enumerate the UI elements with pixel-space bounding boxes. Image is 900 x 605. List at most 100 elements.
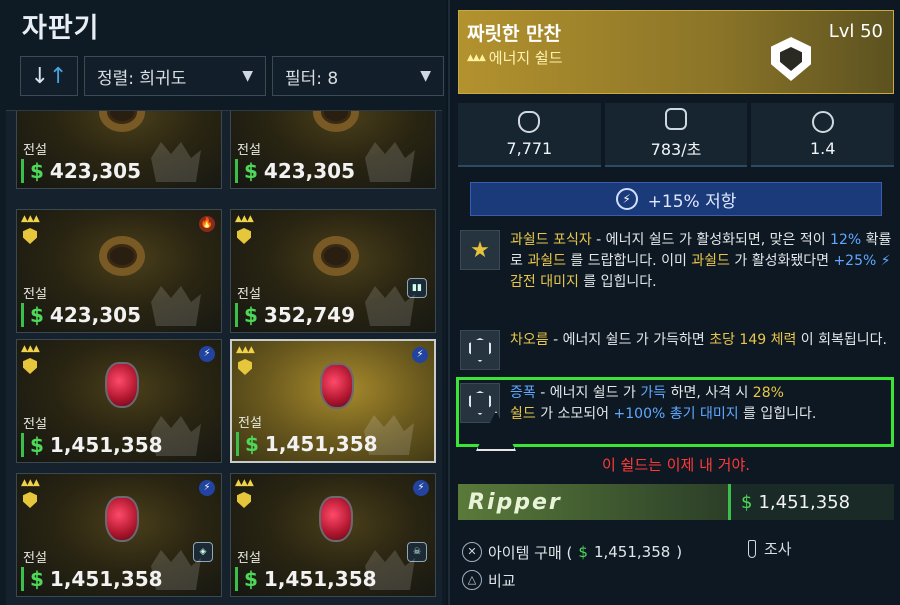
dollar-icon: $ [741,491,753,513]
stat-row: 7,771 783/초 1.4 [458,103,895,167]
shield-type-icon [237,492,251,508]
resist-bonus: ⚡ +15% 저항 [470,182,882,216]
shield-icon [460,330,500,370]
shield-icon [518,110,541,133]
item-art [320,363,354,409]
shield-type-icon [23,358,37,374]
chevron-down-icon: ▼ [420,68,431,84]
sort-direction-button[interactable]: ↓ ↑ [20,56,78,96]
item-price: $423,305 [235,158,355,184]
item-grade: 전설 [237,551,261,566]
star-icon: ★ [460,230,500,270]
triangle-button-icon: △ [462,570,482,590]
item-price: $1,451,358 [236,431,378,457]
item-grid: ▲▲▲전설$423,305▲▲▲전설$423,305▲▲▲🔥전설$423,305… [6,110,442,605]
fire-icon: 🔥 [199,216,215,232]
stat-value: 1.4 [809,138,836,158]
ammo-perk-icon: ▮▮ [407,278,427,298]
arrow-down-icon: ↓ [30,63,49,89]
rarity-chevrons-icon: ▲▲▲ [467,52,486,63]
item-price-value: 1,451,358 [264,432,378,456]
perk-1: ★ 과쉴드 포식자 - 에너지 쉴드 가 활성화되면, 맞은 적이 12% 확률… [460,230,892,293]
item-price: $ 1,451,358 [728,484,894,520]
manufacturer-bar: Ripper $ 1,451,358 [458,484,894,520]
perk-2: 차오름 - 에너지 쉴드 가 가득하면 초당 149 체력 이 회복됩니다. [460,330,892,370]
lightning-icon: ⚡ [615,188,638,210]
item-price-value: 352,749 [263,303,356,327]
item-art [105,362,139,408]
action-prompts: ✕ 아이템 구매 ( $ 1,451,358 ) 조사 △ 비교 [462,538,894,594]
compare-action[interactable]: △ 비교 [462,566,894,594]
inspect-action[interactable]: 조사 [748,538,792,559]
rarity-chevrons-icon: ▲▲▲ [235,478,254,488]
item-card[interactable]: ▲▲▲ ⚡ ◈ 전설 $1,451,358 [16,473,222,597]
chevron-down-icon: ▼ [242,68,253,84]
item-grade: 전설 [237,143,261,158]
item-card[interactable]: ▲▲▲ ⚡ ☠ 전설 $1,451,358 [230,473,436,597]
stat-recharge-delay: 1.4 [751,103,895,167]
item-card[interactable]: ▲▲▲전설$423,305 [230,111,436,189]
item-price-value: 423,305 [263,159,356,183]
item-level: Lvl 50 [828,21,883,42]
item-price-value: 1,451,358 [49,567,163,591]
perk-text: 차오름 - 에너지 쉴드 가 가득하면 초당 149 체력 이 회복됩니다. [510,332,887,348]
shield-type-icon [237,228,251,244]
item-art [99,111,145,132]
stat-value: 7,771 [506,138,553,158]
item-price-value: 1,451,358 [49,433,163,457]
rarity-chevrons-icon: ▲▲▲ [21,344,40,354]
item-card[interactable]: ▲▲▲ ⚡ 전설 $1,451,358 [230,339,436,463]
filter-label: 필터: 8 [285,68,339,89]
arrow-up-icon: ↑ [49,63,68,89]
item-grade: 전설 [23,551,47,566]
dollar-icon: $ [30,303,44,327]
sort-dropdown[interactable]: 정렬: 희귀도 ▼ [84,56,266,96]
filter-dropdown[interactable]: 필터: 8 ▼ [272,56,444,96]
inspect-icon [748,539,756,558]
dollar-icon: $ [244,567,258,591]
item-card[interactable]: ▲▲▲ ⚡ 전설 $1,451,358 [16,339,222,463]
item-grade: 전설 [23,417,47,432]
rarity-chevrons-icon: ▲▲▲ [21,214,40,224]
buy-action[interactable]: ✕ 아이템 구매 ( $ 1,451,358 ) [462,538,894,566]
perk-text: 과쉴드 포식자 - 에너지 쉴드 가 활성화되면, 맞은 적이 12% 확률로 … [510,232,892,290]
vending-panel: 자판기 ↓↑ 정렬: 희귀도 ▼ 필터: 8 ▼ ▲▲▲전설$423,305▲▲… [0,0,446,605]
rarity-chevrons-icon: ▲▲▲ [235,214,254,224]
stat-capacity: 7,771 [458,103,601,167]
item-grade: 전설 [23,143,47,158]
shield-perk-icon: ◈ [193,542,213,562]
recharge-delay-icon [811,110,834,133]
dollar-icon: $ [30,567,44,591]
item-art [319,496,353,542]
recharge-rate-icon [665,108,687,130]
lightning-icon: ⚡ [880,253,891,269]
dollar-icon: $ [578,543,588,561]
item-price: $1,451,358 [21,432,163,458]
highlight-box [456,377,894,447]
buy-label-end: ) [676,543,683,561]
manufacturer-watermark [151,142,201,182]
rarity-chevrons-icon: ▲▲▲ [236,345,255,355]
manufacturer-watermark [365,142,415,182]
item-price-value: 423,305 [49,303,142,327]
item-price-value: 1,451,358 [263,567,377,591]
lightning-icon: ⚡ [199,346,215,362]
item-price: $1,451,358 [21,566,163,592]
item-card[interactable]: ▲▲▲전설$423,305 [16,111,222,189]
item-card[interactable]: ▲▲▲ 🔥 전설 $423,305 [16,209,222,333]
item-price-value: 423,305 [49,159,142,183]
item-detail-panel: 짜릿한 만찬 Lvl 50 ▲▲▲ 에너지 쉴드 7,771 783/초 1.4… [448,0,900,605]
dollar-icon: $ [244,303,258,327]
item-art [105,496,139,542]
stat-recharge-rate: 783/초 [604,103,748,167]
item-price: $423,305 [21,158,141,184]
item-price: $1,451,358 [235,566,377,592]
item-price: $423,305 [21,302,141,328]
item-art [313,236,359,276]
skull-perk-icon: ☠ [407,542,427,562]
lightning-icon: ⚡ [413,480,429,496]
item-card[interactable]: ▲▲▲ ▮▮ 전설 $352,749 [230,209,436,333]
item-type: ▲▲▲ 에너지 쉴드 [467,47,563,68]
dollar-icon: $ [245,432,259,456]
item-price: $352,749 [235,302,355,328]
